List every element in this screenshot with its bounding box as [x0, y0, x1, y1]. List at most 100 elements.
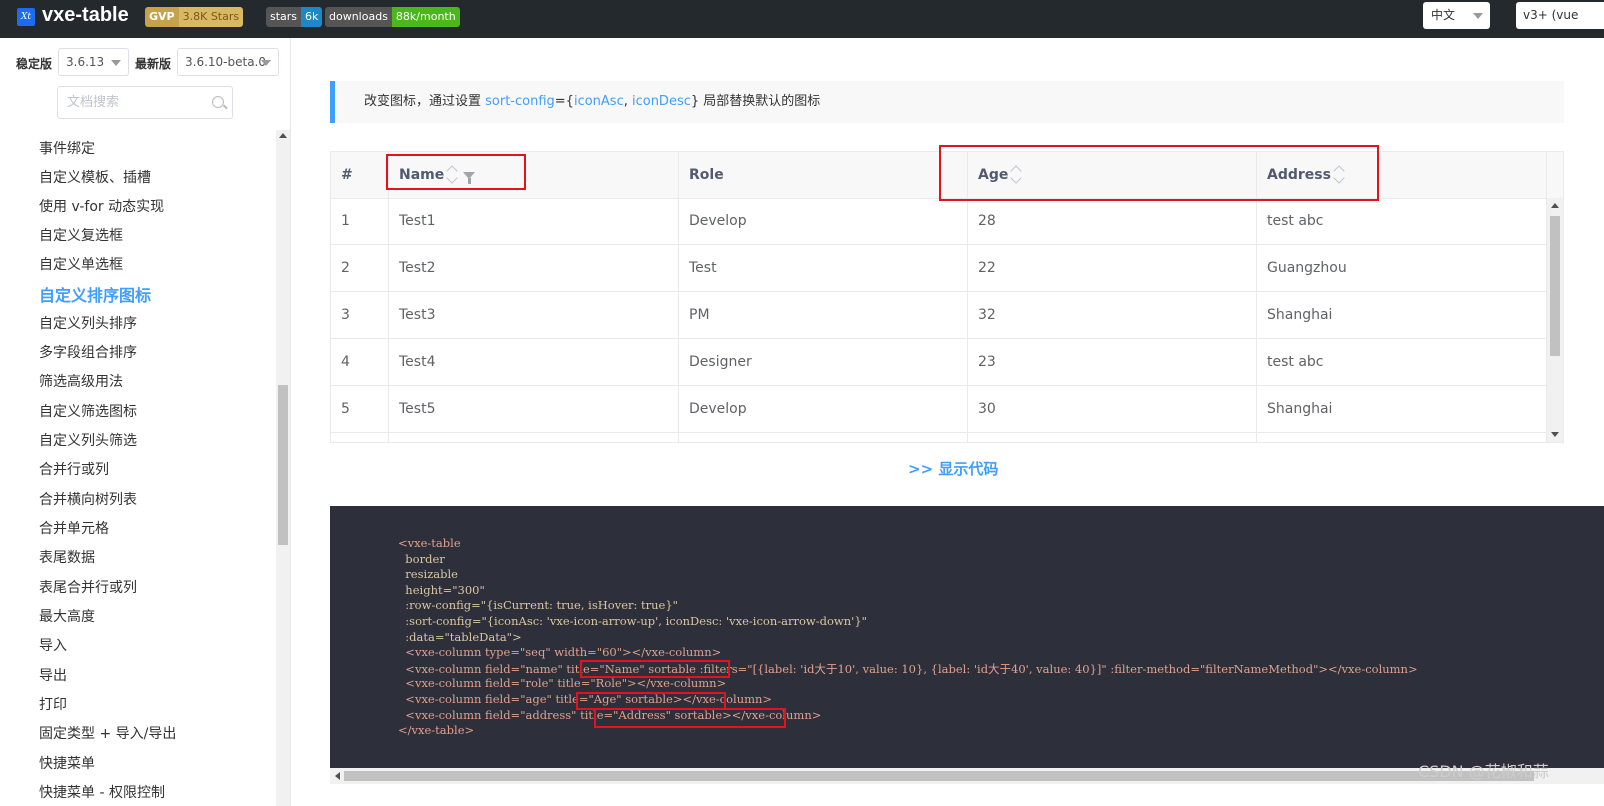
sidebar-item[interactable]: 多字段组合排序: [39, 342, 137, 362]
code-line: height="300": [398, 582, 485, 597]
sidebar-item[interactable]: 自定义列头筛选: [39, 430, 137, 450]
sidebar-item[interactable]: 导入: [39, 635, 67, 655]
tip-banner: 改变图标，通过设置 sort-config={iconAsc, iconDesc…: [330, 81, 1564, 123]
scroll-down-icon[interactable]: [1551, 432, 1559, 437]
table-cell: 3: [341, 307, 350, 323]
tip-mid1: ={: [554, 94, 574, 109]
table-row[interactable]: 3 Test3 PM 32 Shanghai: [331, 292, 1547, 339]
language-select[interactable]: 中文: [1423, 2, 1490, 29]
sidebar-item[interactable]: 筛选高级用法: [39, 371, 123, 391]
vue-version-select[interactable]: v3+ (vue: [1516, 2, 1604, 29]
code-block: <vxe-table border resizable height="300"…: [330, 506, 1604, 768]
latest-version-select[interactable]: 3.6.10-beta.0: [177, 48, 279, 76]
highlight-box-code-address: [594, 708, 786, 728]
row-divider: [331, 432, 1547, 433]
table-cell: 30: [978, 401, 996, 417]
chevron-down-icon: [111, 60, 121, 66]
table-cell: Test5: [399, 401, 436, 417]
table-cell: 28: [978, 213, 996, 229]
table-cell: 2: [341, 260, 350, 276]
downloads-badge[interactable]: downloads 88k/month: [325, 7, 460, 27]
sidebar-item[interactable]: 表尾数据: [39, 547, 95, 567]
table-row[interactable]: 2 Test2 Test 22 Guangzhou: [331, 245, 1547, 292]
code-line: border: [398, 551, 445, 566]
watermark: CSDN @花椒和蒜: [1418, 762, 1549, 781]
table-cell: Shanghai: [1267, 307, 1333, 323]
sidebar-item[interactable]: 自定义单选框: [39, 254, 123, 274]
table-scrollbar[interactable]: [1547, 198, 1563, 442]
column-divider: [678, 152, 679, 442]
column-divider: [388, 152, 389, 442]
stars-badge-value: 6k: [301, 7, 323, 27]
sidebar-item[interactable]: 打印: [39, 694, 67, 714]
vue-version-value: v3+ (vue: [1523, 8, 1579, 22]
sidebar-item[interactable]: 自定义排序图标: [39, 282, 151, 306]
table-row[interactable]: 5 Test5 Develop 30 Shanghai: [331, 386, 1547, 433]
table-cell: 4: [341, 354, 350, 370]
code-line: :sort-config="{iconAsc: 'vxe-icon-arrow-…: [398, 614, 867, 628]
stable-version-label: 稳定版: [16, 57, 53, 71]
scroll-up-icon[interactable]: [279, 133, 287, 138]
sidebar-item[interactable]: 快捷菜单: [39, 753, 95, 773]
scroll-up-icon[interactable]: [1551, 203, 1559, 208]
sidebar-item[interactable]: 合并横向树列表: [39, 489, 137, 509]
tip-suffix: } 局部替换默认的图标: [690, 94, 821, 109]
code-scrollbar-thumb[interactable]: [344, 771, 1534, 781]
sidebar-item[interactable]: 合并行或列: [39, 459, 109, 479]
table-cell: test abc: [1267, 213, 1324, 229]
table-cell: Shanghai: [1267, 401, 1333, 417]
gvp-badge-label: GVP: [145, 7, 179, 27]
chevron-down-icon: [261, 60, 271, 66]
sidebar-item[interactable]: 表尾合并行或列: [39, 577, 137, 597]
header-seq: #: [341, 167, 353, 183]
sidebar-item[interactable]: 自定义列头排序: [39, 313, 137, 333]
sidebar-item[interactable]: 自定义复选框: [39, 225, 123, 245]
code-line: :data="tableData">: [398, 629, 522, 644]
table-cell: 22: [978, 260, 996, 276]
tip-mid2: ,: [623, 94, 632, 109]
code-horizontal-scrollbar[interactable]: [330, 768, 1604, 784]
logo-icon[interactable]: Xt: [17, 8, 35, 26]
code-line: :row-config="{isCurrent: true, isHover: …: [398, 598, 678, 613]
latest-version-label: 最新版: [135, 57, 172, 71]
sidebar-item[interactable]: 导出: [39, 665, 67, 685]
sidebar-scrollbar[interactable]: [276, 130, 290, 806]
sidebar-item[interactable]: 快捷菜单 - 权限控制: [39, 782, 165, 802]
table-cell: 1: [341, 213, 350, 229]
table-row[interactable]: 1 Test1 Develop 28 test abc: [331, 198, 1547, 245]
table-cell: Guangzhou: [1267, 260, 1347, 276]
sidebar-scrollbar-thumb[interactable]: [278, 385, 288, 545]
scroll-left-icon[interactable]: [335, 772, 340, 780]
table-cell: 32: [978, 307, 996, 323]
search-icon: [212, 96, 224, 108]
sidebar-item[interactable]: 合并单元格: [39, 518, 109, 538]
search-placeholder: 文档搜索: [67, 95, 120, 110]
sidebar-item[interactable]: 事件绑定: [39, 138, 95, 158]
table-cell: Test4: [399, 354, 436, 370]
table-cell: Test: [689, 260, 717, 276]
highlight-box-age-address: [939, 145, 1379, 201]
code-line: <vxe-column type="seq" width="60"></vxe-…: [398, 645, 722, 660]
sidebar-nav: 事件绑定 自定义模板、插槽 使用 v-for 动态实现 自定义复选框 自定义单选框 自定义…: [0, 130, 275, 806]
sidebar-item[interactable]: 最大高度: [39, 606, 95, 626]
doc-search-input[interactable]: 文档搜索: [57, 86, 233, 119]
table-scrollbar-thumb[interactable]: [1550, 216, 1560, 356]
downloads-badge-value: 88k/month: [391, 7, 460, 27]
stars-badge[interactable]: stars 6k: [266, 7, 323, 27]
highlight-box-code-name: [580, 660, 730, 678]
table-row[interactable]: 4 Test4 Designer 23 test abc: [331, 339, 1547, 386]
sidebar-item[interactable]: 固定类型 + 导入/导出: [39, 723, 176, 743]
table-cell: Test3: [399, 307, 436, 323]
sidebar-item[interactable]: 自定义模板、插槽: [39, 167, 151, 187]
sidebar-item[interactable]: 自定义筛选图标: [39, 401, 137, 421]
stable-version-select[interactable]: 3.6.13: [58, 48, 129, 76]
sidebar-item[interactable]: 使用 v-for 动态实现: [39, 196, 164, 216]
sidebar: 稳定版 3.6.13 最新版 3.6.10-beta.0 文档搜索 事件绑定自定…: [0, 38, 291, 806]
table-cell: Test1: [399, 213, 436, 229]
gvp-badge[interactable]: GVP 3.8K Stars: [145, 7, 244, 27]
site-title[interactable]: vxe-table: [42, 4, 129, 27]
language-select-value: 中文: [1431, 8, 1456, 22]
header-role: Role: [689, 167, 724, 183]
show-code-link[interactable]: >> 显示代码: [908, 458, 998, 479]
top-navbar: Xt vxe-table GVP 3.8K Stars stars 6k downl…: [0, 0, 1604, 38]
